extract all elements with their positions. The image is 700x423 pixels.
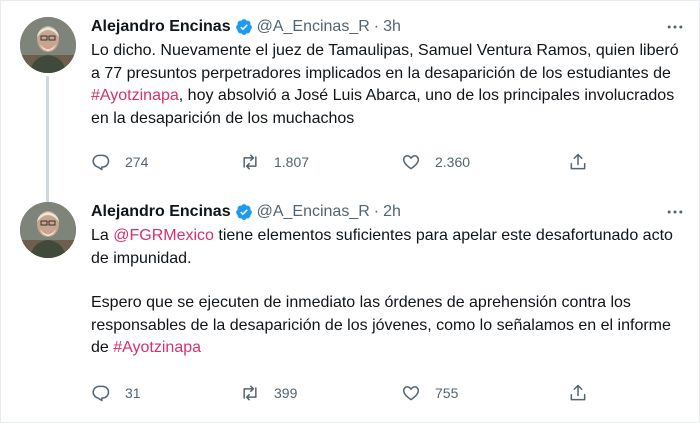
heart-icon [402,386,420,401]
share-button[interactable] [568,381,588,405]
avatar[interactable] [20,17,76,73]
tweet-header: Alejandro Encinas @A_Encinas_R · 3h [91,16,401,38]
like-button[interactable]: 2.360 [401,150,470,174]
thread-connector [46,76,49,204]
author-name[interactable]: Alejandro Encinas [91,203,231,221]
reply-button[interactable]: 274 [91,150,148,174]
like-button[interactable]: 755 [401,381,458,405]
share-icon [570,153,586,170]
like-count: 2.360 [435,154,471,170]
tweet-text: Lo dicho. Nuevamente el juez de Tamaulip… [91,40,691,130]
reply-button[interactable]: 31 [91,381,141,405]
separator-dot: · [373,18,380,35]
tweet-header: Alejandro Encinas @A_Encinas_R · 2h [91,201,401,223]
tweet-text-part: La [91,227,114,244]
tweet[interactable]: Alejandro Encinas @A_Encinas_R · 3h Lo d… [0,0,700,204]
retweet-count: 399 [274,385,298,401]
tweet-timestamp[interactable]: 3h [383,18,401,36]
tweet-actions: 31 399 755 [91,381,591,405]
tweet-text-part: , hoy absolvió a José Luis Abarca, uno d… [91,87,675,127]
heart-icon [402,155,420,170]
verified-badge-icon [235,18,253,36]
more-icon[interactable] [664,201,686,223]
tweet-text-part: Lo dicho. Nuevamente el juez de Tamaulip… [91,42,679,82]
tweet-timestamp[interactable]: 2h [383,203,401,221]
hashtag-link[interactable]: #Ayotzinapa [91,87,179,104]
share-icon [570,384,586,401]
avatar[interactable] [20,202,76,258]
retweet-icon [243,385,257,401]
retweet-icon [243,154,257,170]
retweet-button[interactable]: 399 [240,381,297,405]
reply-count: 31 [125,385,141,401]
reply-icon [92,154,110,171]
retweet-button[interactable]: 1.807 [240,150,309,174]
tweet-text: La @FGRMexico tiene elementos suficiente… [91,225,691,360]
hashtag-link[interactable]: #Ayotzinapa [113,339,201,356]
author-name[interactable]: Alejandro Encinas [91,18,231,36]
separator-dot: · [373,203,380,220]
tweet-actions: 274 1.807 2.360 [91,150,591,174]
mention-link[interactable]: @FGRMexico [113,227,214,244]
share-button[interactable] [568,150,588,174]
reply-count: 274 [125,154,149,170]
more-icon[interactable] [664,16,686,38]
author-handle[interactable]: @A_Encinas_R [257,203,370,221]
reply-icon [92,385,110,402]
tweet[interactable]: Alejandro Encinas @A_Encinas_R · 2h La @… [0,197,700,423]
retweet-count: 1.807 [274,154,310,170]
like-count: 755 [435,385,459,401]
author-handle[interactable]: @A_Encinas_R [257,18,370,36]
verified-badge-icon [235,203,253,221]
